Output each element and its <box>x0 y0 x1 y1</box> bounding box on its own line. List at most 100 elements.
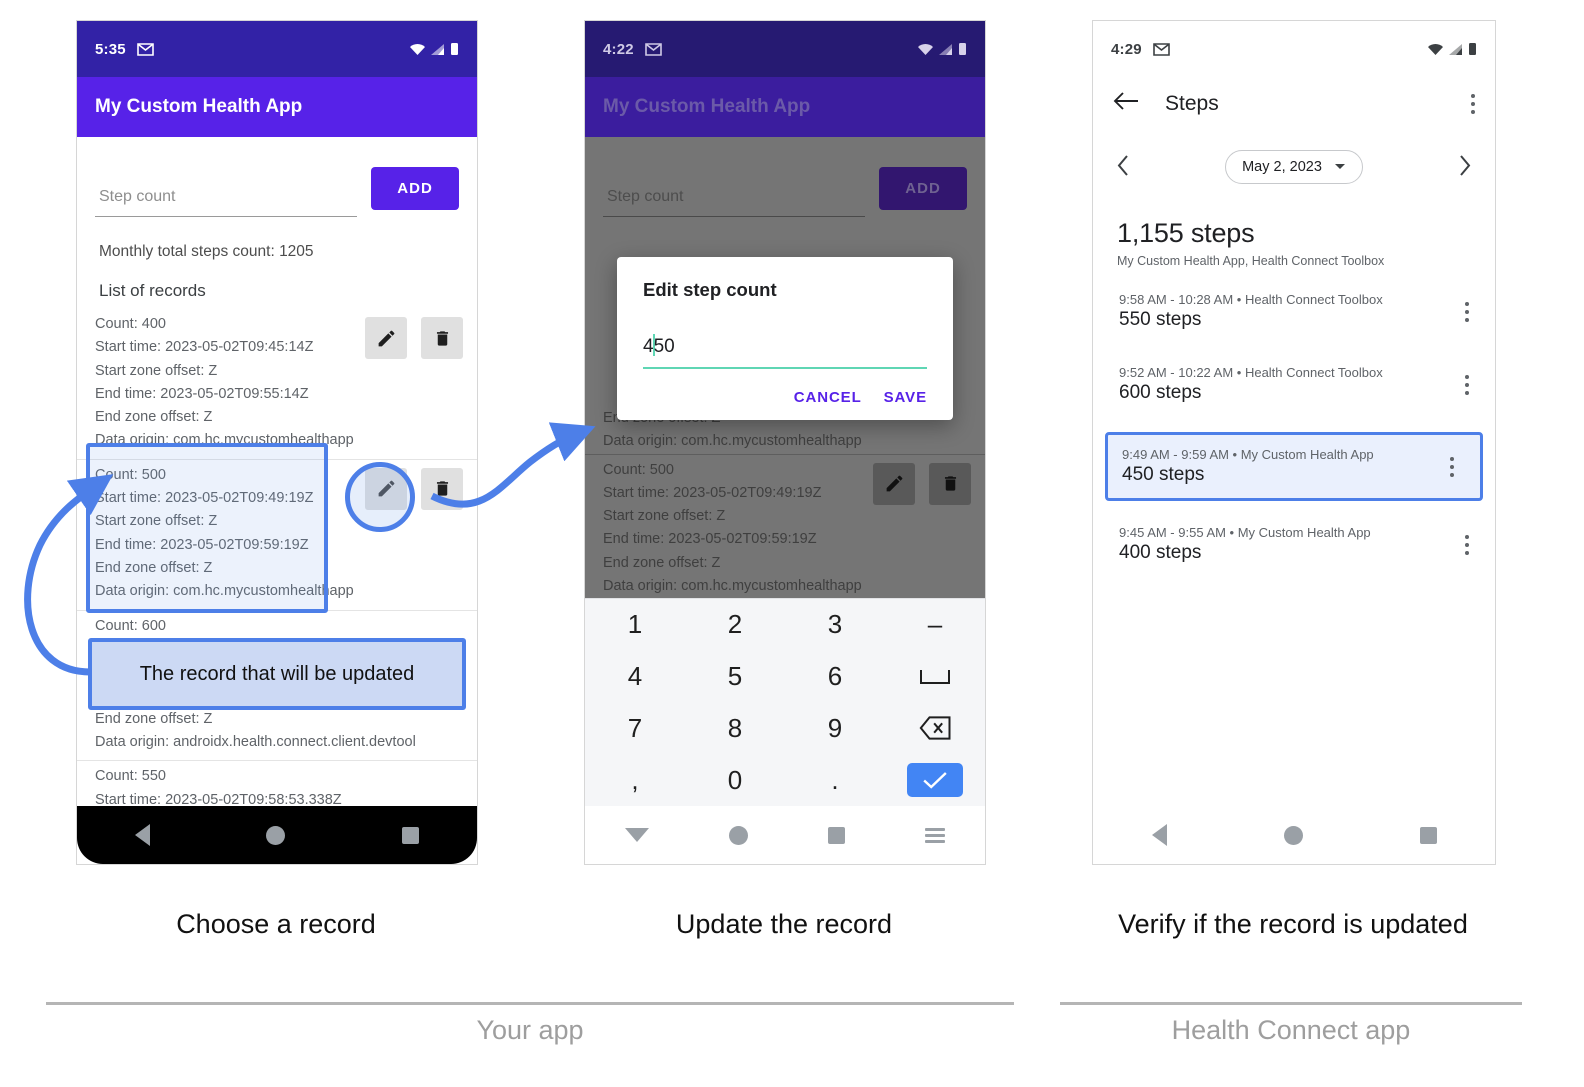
cancel-button[interactable]: CANCEL <box>794 389 862 406</box>
dialog-field-underline <box>643 367 927 369</box>
annotation-edit-icon-circle <box>345 462 415 532</box>
status-icons <box>917 42 967 56</box>
recents-button-icon[interactable] <box>828 826 845 844</box>
dialog-title: Edit step count <box>643 279 777 300</box>
home-button-icon[interactable] <box>1283 825 1303 845</box>
trash-icon <box>436 481 448 496</box>
key-7[interactable]: 7 <box>585 703 685 755</box>
caption-step-3: Verify if the record is updated <box>1118 909 1468 939</box>
home-button-icon[interactable] <box>729 825 748 845</box>
edit-icon-button[interactable] <box>365 317 407 359</box>
back-arrow-icon[interactable] <box>1113 91 1139 116</box>
wifi-icon <box>410 43 425 55</box>
key-backspace-icon[interactable] <box>885 703 985 755</box>
entry-steps: 600 steps <box>1119 382 1202 403</box>
entry-overflow-icon[interactable] <box>1450 456 1454 477</box>
record-actions <box>365 317 463 359</box>
battery-icon <box>959 43 966 55</box>
list-item-highlighted[interactable]: 9:49 AM - 9:59 AM • My Custom Health App… <box>1105 432 1483 501</box>
back-button-icon[interactable] <box>135 824 151 846</box>
gmail-icon <box>1153 42 1170 56</box>
record-end-time: End time: 2023-05-02T09:59:19Z <box>603 531 817 548</box>
next-day-icon[interactable] <box>1459 154 1471 180</box>
signal-icon <box>1449 43 1462 55</box>
edit-step-count-dialog: Edit step count 450 CANCEL SAVE <box>617 257 953 420</box>
footer-label-your-app: Your app <box>476 1015 584 1045</box>
phone3-screen: 4:29 Steps May 2, 2023 1,155 steps My Cu… <box>1093 21 1495 864</box>
step-count-field[interactable]: Step count <box>603 188 866 217</box>
numeric-keyboard: 1 2 3 – 4 5 6 7 8 9 , 0 . <box>585 598 985 806</box>
previous-day-icon[interactable] <box>1117 154 1129 180</box>
field-underline <box>603 216 866 217</box>
home-button-icon[interactable] <box>266 825 286 845</box>
edit-icon-button[interactable] <box>873 462 915 505</box>
record-start-zone: Start zone offset: Z <box>95 362 218 379</box>
value-after-caret: 50 <box>653 336 675 357</box>
records-list-behind: End zone offset: Z Data origin: com.hc.m… <box>585 407 985 599</box>
recents-button-icon[interactable] <box>401 826 419 844</box>
add-button[interactable]: ADD <box>371 167 459 210</box>
record-start-zone: Start zone offset: Z <box>603 508 726 525</box>
entry-overflow-icon[interactable] <box>1465 301 1469 322</box>
dialog-actions: CANCEL SAVE <box>643 389 927 406</box>
delete-icon-button[interactable] <box>421 467 463 510</box>
overflow-menu-icon[interactable] <box>1471 93 1475 114</box>
switch-keyboard-icon[interactable] <box>925 827 945 843</box>
record-count: Count: 400 <box>95 316 166 332</box>
date-chip[interactable]: May 2, 2023 <box>1225 150 1363 184</box>
key-5[interactable]: 5 <box>685 651 785 703</box>
android-nav-bar <box>585 806 985 864</box>
entry-steps: 550 steps <box>1119 309 1202 330</box>
wifi-icon <box>918 43 933 55</box>
save-button[interactable]: SAVE <box>884 389 927 406</box>
key-1[interactable]: 1 <box>585 599 685 651</box>
key-8[interactable]: 8 <box>685 703 785 755</box>
android-nav-bar <box>77 806 477 864</box>
field-underline <box>95 216 358 217</box>
key-2[interactable]: 2 <box>685 599 785 651</box>
table-row[interactable]: Count: 400 Start time: 2023-05-02T09:45:… <box>77 309 477 459</box>
record-count: Count: 500 <box>603 461 674 478</box>
page-title: Steps <box>1165 91 1219 115</box>
list-item[interactable]: 9:58 AM - 10:28 AM • Health Connect Tool… <box>1093 286 1495 337</box>
monthly-total-text: Monthly total steps count: 1205 <box>99 243 314 260</box>
entry-overflow-icon[interactable] <box>1465 374 1469 395</box>
key-3[interactable]: 3 <box>785 599 885 651</box>
wifi-icon <box>1428 43 1443 55</box>
status-icons <box>1427 42 1477 56</box>
annotation-record-outline <box>86 443 328 613</box>
status-bar: 4:29 <box>1093 21 1495 77</box>
entry-time-source: 9:49 AM - 9:59 AM • My Custom Health App <box>1122 447 1374 462</box>
key-9[interactable]: 9 <box>785 703 885 755</box>
phone-screenshot-2: 4:22 My Custom Health App Step count ADD… <box>584 20 986 865</box>
key-period[interactable]: . <box>785 754 885 806</box>
record-origin: Data origin: com.hc.mycustomhealthapp <box>603 578 862 595</box>
status-time: 4:29 <box>1111 40 1142 58</box>
entry-overflow-icon[interactable] <box>1465 534 1469 555</box>
back-button-icon[interactable] <box>1151 824 1167 846</box>
list-item[interactable]: 9:52 AM - 10:22 AM • Health Connect Tool… <box>1093 359 1495 410</box>
key-space[interactable] <box>885 651 985 703</box>
record-count: Count: 600 <box>95 617 166 634</box>
step-count-field[interactable]: Step count <box>95 188 358 217</box>
status-bar: 5:35 <box>77 21 477 77</box>
signal-icon <box>939 43 952 55</box>
add-button[interactable]: ADD <box>879 167 967 210</box>
delete-icon-button[interactable] <box>421 317 463 359</box>
key-4[interactable]: 4 <box>585 651 685 703</box>
app-bar: My Custom Health App <box>585 77 985 137</box>
list-item[interactable]: 9:45 AM - 9:55 AM • My Custom Health App… <box>1093 519 1495 570</box>
key-6[interactable]: 6 <box>785 651 885 703</box>
chevron-down-icon <box>1334 159 1346 175</box>
delete-icon-button[interactable] <box>929 462 971 505</box>
key-comma[interactable]: , <box>585 754 685 806</box>
gmail-icon <box>645 42 662 56</box>
recents-button-icon[interactable] <box>1419 826 1437 844</box>
key-0[interactable]: 0 <box>685 754 785 806</box>
hide-keyboard-icon[interactable] <box>625 828 649 842</box>
status-icons <box>409 42 459 56</box>
dialog-value-input[interactable]: 450 <box>643 334 675 358</box>
key-confirm-icon[interactable] <box>907 763 963 797</box>
key-minus[interactable]: – <box>885 599 985 651</box>
table-row[interactable]: Count: 500 Start time: 2023-05-02T09:49:… <box>585 453 985 599</box>
